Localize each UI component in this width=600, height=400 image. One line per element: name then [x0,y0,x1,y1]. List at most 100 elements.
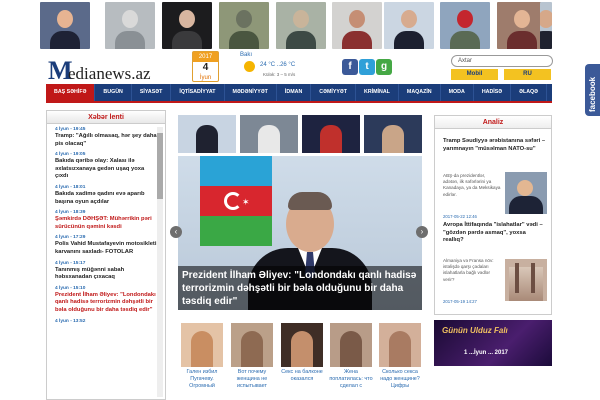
weather-wind: Külək: 3 – 5 m/s [263,72,296,77]
analysis-date: 2017-05-19 14:27 [443,299,477,304]
logo-text: edianews.az [68,64,151,83]
news-headline[interactable]: Şəmkirdə DƏHŞƏT: Mühərrikin pəri sürücün… [55,216,159,231]
photo-figure-body [286,31,316,49]
nav-item[interactable]: İDMAN [277,84,312,101]
news-headline[interactable]: Polis Vahid Mustafayevin motosikleti kar… [55,241,159,256]
facebook-icon[interactable]: f [342,59,358,75]
thumbnail-figure [258,125,280,153]
nav-item[interactable]: HADİSƏ [474,84,512,101]
photo-figure-head [349,10,365,28]
date-year: 2017 [193,52,218,62]
google-plus-icon[interactable]: g [376,59,392,75]
photo-figure-body [394,31,424,49]
top-photo-thumbnail[interactable] [219,2,269,49]
nav-item[interactable]: ƏLAQƏ [511,84,548,101]
news-headline[interactable]: Tramp: "Ağıllı olmasaq, hər şey daha pis… [55,133,159,148]
slider-thumbnails [178,115,422,153]
news-headline[interactable]: Bakıda xadimə qadını evə aparıb başına o… [55,191,159,206]
recommended-thumbnail[interactable] [281,323,323,367]
slider-next-arrow[interactable]: › [416,226,428,238]
photo-figure-body [50,31,80,49]
thumbnail-figure [196,125,218,153]
nav-item[interactable]: SİYASƏT [132,84,172,101]
analysis-summary: Almaniya və Fransa növ: istəlişdə qarşı … [443,258,494,282]
mobile-version-button[interactable]: Mobil [451,69,498,80]
top-photo-thumbnail[interactable] [40,2,90,49]
news-item[interactable]: 4 İyun - 19:45 Tramp: "Ağıllı olmasaq, hə… [55,127,159,148]
facebook-tab-label: facebook [588,76,597,112]
date-month: İyun [199,75,212,81]
slide-caption[interactable]: Prezident İlham Əliyev: "Londondakı qanl… [178,266,422,310]
recommended-caption[interactable]: Гален избил Пугачеву. Огромный [180,369,224,390]
horoscope-banner[interactable]: Günün Ulduz Falı 1 ...İyun ... 2017 [434,320,552,366]
nav-item[interactable]: MƏDƏNİYYƏT [225,84,277,101]
twitter-icon[interactable]: t [359,59,375,75]
site-logo[interactable]: M edianews.az [48,56,178,86]
search-input[interactable]: Axtar [451,55,553,67]
news-scrollbar[interactable] [157,127,163,397]
slider-thumbnail[interactable] [302,115,360,153]
recommended-thumbnail[interactable] [181,323,223,367]
thumbnail-figure [389,331,411,367]
slider-thumbnail[interactable] [364,115,422,153]
photo-figure-body [115,31,145,49]
news-headline[interactable]: Bakıda qəribə olay: Xalası ilə əxlatsızx… [55,158,159,181]
recommended-thumbnail[interactable] [379,323,421,367]
slider-thumbnail[interactable] [178,115,236,153]
facebook-side-tab[interactable]: facebook [585,64,600,116]
photo-figure-body [172,31,202,49]
photo-figure-head [57,10,73,28]
news-item[interactable]: 4 İyun - 18:01 Bakıda xadimə qadını evə a… [55,185,159,206]
analysis-headline[interactable]: Avropa İttifaqında "islahatlar" vədi – "… [443,222,547,245]
photo-figure-head [540,10,552,28]
news-headline[interactable]: Tanınmış müğənni sabah həbsxanadan çıxac… [55,267,159,282]
analysis-image[interactable] [505,259,547,301]
top-photo-thumbnail[interactable] [384,2,434,49]
news-headline[interactable]: Prezident İlham Əliyev: "Londondakı qanl… [55,292,159,315]
recommended-caption[interactable]: Жена поплатилась: что сделал с [329,369,373,390]
news-item[interactable]: 4 İyun - 19:05 Bakıda qəribə olay: Xalası… [55,152,159,181]
analysis-headline[interactable]: Tramp Səudiyyə ərəbistanına səfəri – yar… [443,138,547,153]
top-photo-thumbnail[interactable] [276,2,326,49]
date-widget: 2017 4 İyun [192,51,219,82]
nav-item[interactable]: CƏMİYYƏT [311,84,356,101]
top-photo-thumbnail[interactable] [540,2,552,49]
photo-figure-body [229,31,259,49]
top-photo-thumbnail[interactable] [332,2,382,49]
nav-item[interactable]: BUGÜN [95,84,132,101]
featured-slide[interactable]: ✶ Prezident İlham Əliyev: "Londondakı qa… [178,156,422,310]
thumbnail-figure [291,331,313,367]
recommended-thumbnail[interactable] [231,323,273,367]
news-feed: Xəbər lenti 4 İyun - 19:45 Tramp: "Ağıllı… [46,110,166,400]
nav-item[interactable]: KRİMİNAL [356,84,399,101]
slider-prev-arrow[interactable]: ‹ [170,226,182,238]
azerbaijan-flag: ✶ [200,156,272,246]
photo-figure-head [179,10,195,28]
scrollbar-thumb[interactable] [157,133,163,199]
news-item[interactable]: 4 İyun - 15:17 Tanınmış müğənni sabah həb… [55,261,159,282]
recommended-caption[interactable]: Вот почему женщина не испытывает [230,369,274,390]
news-item[interactable]: 4 İyun - 15:10 Prezident İlham Əliyev: "L… [55,286,159,315]
nav-item[interactable]: BAŞ SƏHİFƏ [46,84,96,101]
news-item[interactable]: 4 İyun - 18:39 Şəmkirdə DƏHŞƏT: Mühərriki… [55,210,159,231]
russian-language-button[interactable]: RU [504,69,551,80]
slide-caption-text[interactable]: Prezident İlham Əliyev: "Londondakı qanl… [182,269,418,308]
slider-thumbnail[interactable] [240,115,298,153]
recommended-caption[interactable]: Секс на балконе оказался [280,369,324,383]
news-item[interactable]: 4 İyun - 13:52 [55,319,159,325]
top-photo-thumbnail[interactable] [162,2,212,49]
sun-icon [244,61,255,72]
nav-item[interactable]: MAQAZİN [399,84,441,101]
nav-item[interactable]: MODA [441,84,474,101]
thumbnail-figure [382,125,404,153]
nav-item[interactable]: İQTİSADİYYAT [171,84,225,101]
top-photo-thumbnail[interactable] [105,2,155,49]
recommended-thumbnail[interactable] [330,323,372,367]
thumbnail-figure [191,331,213,367]
recommended-caption[interactable]: Сколько секса надо женщине? Цифры [378,369,422,390]
photo-figure-head [457,10,473,28]
top-photo-thumbnail[interactable] [440,2,490,49]
news-item[interactable]: 4 İyun - 17:29 Polis Vahid Mustafayevin m… [55,235,159,256]
analysis-image[interactable] [505,172,547,214]
analysis-summary: ABŞ-da prezidentlər, adətən, ilk səfərlə… [443,173,501,197]
